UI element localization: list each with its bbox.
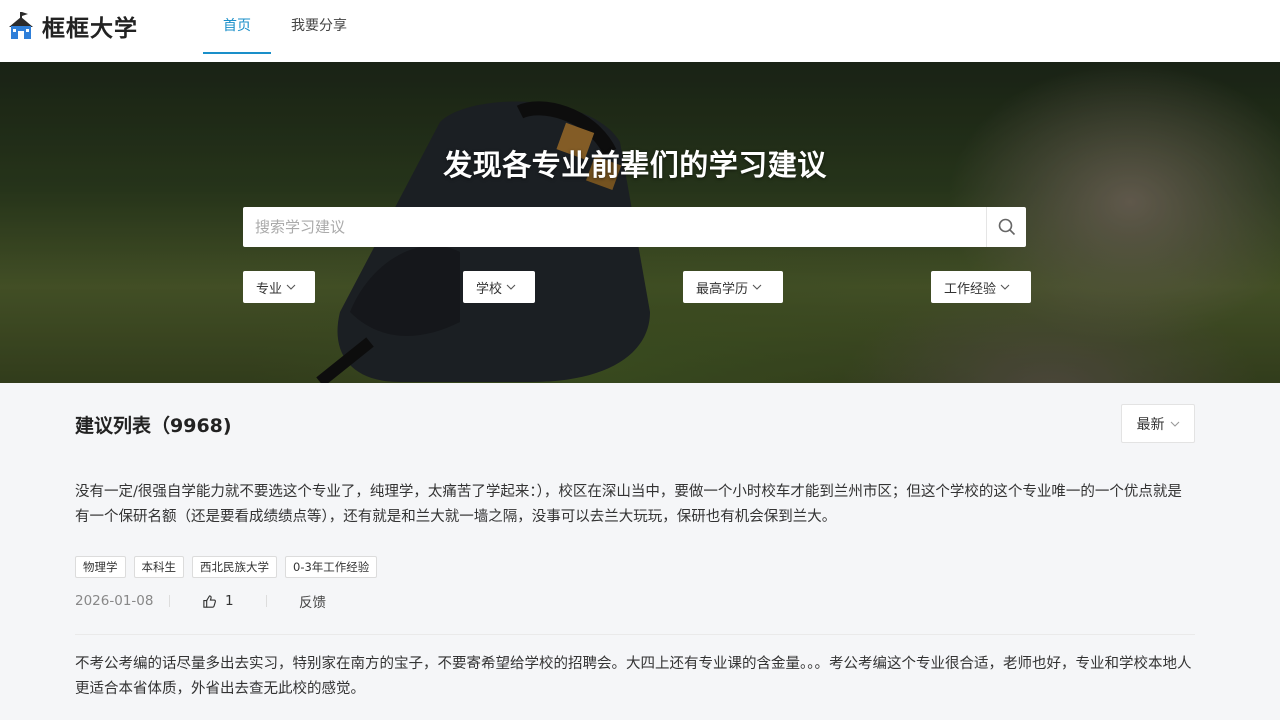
thumbs-up-icon: [203, 594, 216, 608]
school-house-icon: [9, 12, 33, 39]
like-button[interactable]: 1: [170, 593, 266, 609]
brand-name: 框框大学: [42, 16, 138, 42]
advice-text: 没有一定/很强自学能力就不要选这个专业了，纯理学，太痛苦了学起来：），校区在深山…: [75, 484, 1182, 525]
chevron-down-icon: [286, 284, 296, 290]
filter-school[interactable]: 学校: [463, 271, 535, 303]
hero-title: 发现各专业前辈们的学习建议: [443, 148, 827, 182]
nav-home[interactable]: 首页: [203, 0, 271, 54]
list-item: 没有一定/很强自学能力就不要选这个专业了，纯理学，太痛苦了学起来：），校区在深山…: [75, 480, 1195, 612]
tag-list: 物理学 本科生 西北民族大学 0-3年工作经验: [75, 556, 1195, 578]
search-bar: [243, 207, 1026, 247]
filter-experience[interactable]: 工作经验: [931, 271, 1031, 303]
filter-label: 学校: [476, 281, 503, 297]
tag[interactable]: 本科生: [133, 556, 184, 578]
like-count: 1: [225, 593, 234, 609]
list-item: 不考公考编的话尽量多出去实习，特别家在南方的宝子，不要寄希望给学校的招聘会。大四…: [75, 652, 1195, 702]
filter-major[interactable]: 专业: [243, 271, 315, 303]
nav-share[interactable]: 我要分享: [271, 0, 367, 54]
search-icon: [998, 218, 1015, 236]
brand-logo[interactable]: 框框大学: [6, 10, 138, 42]
search-input[interactable]: [243, 207, 986, 247]
post-date: 2026-01-08: [75, 593, 154, 609]
main-nav: 首页 我要分享: [203, 0, 367, 62]
tag[interactable]: 物理学: [75, 556, 126, 578]
item-divider: [75, 634, 1195, 635]
filter-label: 最高学历: [696, 281, 749, 297]
hero-banner: 发现各专业前辈们的学习建议 专业 学校 最高学历 工作经验: [0, 62, 1280, 383]
chevron-down-icon: [1170, 421, 1179, 427]
search-button[interactable]: [986, 207, 1026, 247]
tag[interactable]: 西北民族大学: [192, 556, 277, 578]
filter-label: 专业: [256, 281, 283, 297]
item-meta: 2026-01-08 1 反馈: [75, 590, 1195, 612]
tag[interactable]: 0-3年工作经验: [285, 556, 378, 578]
advice-text: 不考公考编的话尽量多出去实习，特别家在南方的宝子，不要寄希望给学校的招聘会。大四…: [75, 656, 1192, 697]
filter-degree[interactable]: 最高学历: [683, 271, 783, 303]
feedback-link[interactable]: 反馈: [267, 591, 326, 611]
top-navbar: 框框大学 首页 我要分享: [0, 0, 1280, 62]
sort-label: 最新: [1136, 416, 1165, 433]
list-title: 建议列表（9968): [75, 415, 232, 437]
chevron-down-icon: [752, 284, 762, 290]
chevron-down-icon: [506, 284, 516, 290]
filter-label: 工作经验: [944, 281, 997, 297]
sort-dropdown[interactable]: 最新: [1121, 404, 1195, 443]
chevron-down-icon: [1000, 284, 1010, 290]
